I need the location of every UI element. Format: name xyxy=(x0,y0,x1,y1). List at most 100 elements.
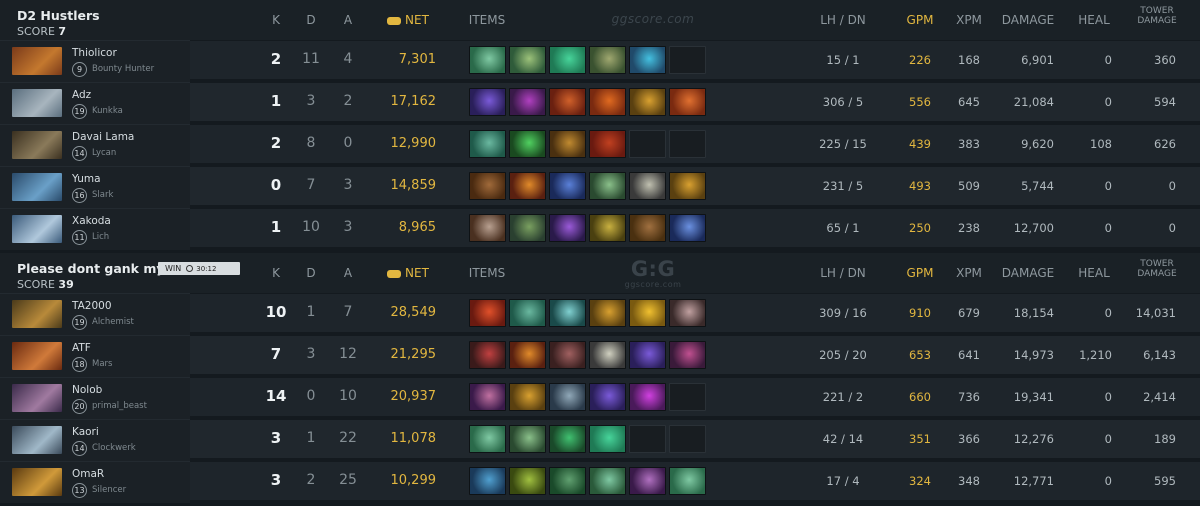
player-name[interactable]: ATF xyxy=(72,342,91,354)
item-icon[interactable] xyxy=(589,383,626,411)
item-icon[interactable] xyxy=(469,299,506,327)
col-damage[interactable]: DAMAGE xyxy=(998,13,1058,27)
player-name[interactable]: Kaori xyxy=(72,426,99,438)
item-icon[interactable] xyxy=(469,172,506,200)
hero-portrait[interactable] xyxy=(12,300,62,328)
col-xpm[interactable]: XPM xyxy=(948,13,990,27)
item-icon[interactable] xyxy=(549,214,586,242)
player-name[interactable]: Adz xyxy=(72,89,91,101)
player-name[interactable]: Davai Lama xyxy=(72,131,134,143)
item-icon[interactable] xyxy=(629,341,666,369)
item-icon[interactable] xyxy=(509,172,546,200)
hero-portrait[interactable] xyxy=(12,173,62,201)
col-net-worth[interactable]: NET xyxy=(380,13,436,27)
item-icon[interactable] xyxy=(509,383,546,411)
item-icon[interactable] xyxy=(589,214,626,242)
col-last-hits-denies[interactable]: LH / DN xyxy=(805,266,881,280)
item-icon[interactable] xyxy=(669,341,706,369)
item-icon[interactable] xyxy=(549,467,586,495)
item-icon[interactable] xyxy=(669,172,706,200)
item-icon[interactable] xyxy=(629,383,666,411)
item-icon[interactable] xyxy=(629,467,666,495)
item-icon[interactable] xyxy=(549,88,586,116)
player-row[interactable]: Adz 19 Kunkka 1 3 2 17,162 306 / 5 556 645 21,084 0… xyxy=(0,82,1200,124)
item-icon[interactable] xyxy=(669,467,706,495)
item-icon[interactable] xyxy=(549,383,586,411)
item-icon[interactable] xyxy=(509,467,546,495)
player-row[interactable]: Kaori 14 Clockwerk 3 1 22 11,078 42 / 14 351 366 1… xyxy=(0,419,1200,461)
player-name[interactable]: Thiolicor xyxy=(72,47,117,59)
item-icon[interactable] xyxy=(469,46,506,74)
player-name[interactable]: Xakoda xyxy=(72,215,111,227)
item-icon[interactable] xyxy=(469,425,506,453)
col-kills[interactable]: K xyxy=(262,266,290,280)
item-icon[interactable] xyxy=(549,130,586,158)
hero-portrait[interactable] xyxy=(12,215,62,243)
item-icon[interactable] xyxy=(589,341,626,369)
player-row[interactable]: Xakoda 11 Lich 1 10 3 8,965 65 / 1 250 238 12,700 0… xyxy=(0,208,1200,250)
col-net-worth[interactable]: NET xyxy=(380,266,436,280)
item-icon[interactable] xyxy=(469,88,506,116)
col-deaths[interactable]: D xyxy=(297,266,325,280)
item-icon[interactable] xyxy=(629,46,666,74)
item-icon[interactable] xyxy=(589,425,626,453)
item-icon[interactable] xyxy=(509,130,546,158)
item-icon[interactable] xyxy=(629,88,666,116)
hero-portrait[interactable] xyxy=(12,131,62,159)
col-gpm[interactable]: GPM xyxy=(900,266,940,280)
col-deaths[interactable]: D xyxy=(297,13,325,27)
player-row[interactable]: Yuma 16 Slark 0 7 3 14,859 231 / 5 493 509 5,744 0 0 xyxy=(0,166,1200,208)
item-icon[interactable] xyxy=(589,172,626,200)
item-icon[interactable] xyxy=(549,299,586,327)
col-heal[interactable]: HEAL xyxy=(1072,13,1116,27)
item-icon[interactable] xyxy=(669,88,706,116)
item-icon[interactable] xyxy=(589,299,626,327)
player-row[interactable]: TA2000 19 Alchemist 10 1 7 28,549 309 / 16 910 67… xyxy=(0,293,1200,335)
col-assists[interactable]: A xyxy=(334,266,362,280)
col-last-hits-denies[interactable]: LH / DN xyxy=(805,13,881,27)
item-icon[interactable] xyxy=(469,383,506,411)
player-name[interactable]: Yuma xyxy=(72,173,101,185)
item-icon[interactable] xyxy=(509,425,546,453)
col-heal[interactable]: HEAL xyxy=(1072,266,1116,280)
item-icon[interactable] xyxy=(589,130,626,158)
hero-portrait[interactable] xyxy=(12,468,62,496)
item-icon[interactable] xyxy=(469,467,506,495)
hero-portrait[interactable] xyxy=(12,47,62,75)
player-name[interactable]: Nolob xyxy=(72,384,102,396)
col-kills[interactable]: K xyxy=(262,13,290,27)
item-icon[interactable] xyxy=(589,46,626,74)
item-icon[interactable] xyxy=(589,467,626,495)
player-name[interactable]: OmaR xyxy=(72,468,104,480)
player-row[interactable]: Nolob 20 primal_beast 14 0 10 20,937 221 / 2 660… xyxy=(0,377,1200,419)
item-icon[interactable] xyxy=(629,214,666,242)
player-row[interactable]: Davai Lama 14 Lycan 2 8 0 12,990 225 / 15 439 383… xyxy=(0,124,1200,166)
hero-portrait[interactable] xyxy=(12,384,62,412)
hero-portrait[interactable] xyxy=(12,342,62,370)
hero-portrait[interactable] xyxy=(12,426,62,454)
col-tower-damage[interactable]: TOWER DAMAGE xyxy=(1130,6,1184,26)
hero-portrait[interactable] xyxy=(12,89,62,117)
item-icon[interactable] xyxy=(629,172,666,200)
team-1-name[interactable]: D2 Hustlers xyxy=(17,8,100,23)
item-icon[interactable] xyxy=(509,88,546,116)
item-icon[interactable] xyxy=(469,214,506,242)
item-icon[interactable] xyxy=(469,341,506,369)
player-row[interactable]: ATF 18 Mars 7 3 12 21,295 205 / 20 653 641 14,973 1… xyxy=(0,335,1200,377)
col-damage[interactable]: DAMAGE xyxy=(998,266,1058,280)
item-icon[interactable] xyxy=(549,425,586,453)
col-assists[interactable]: A xyxy=(334,13,362,27)
item-icon[interactable] xyxy=(509,46,546,74)
item-icon[interactable] xyxy=(589,88,626,116)
item-icon[interactable] xyxy=(469,130,506,158)
item-icon[interactable] xyxy=(549,341,586,369)
item-icon[interactable] xyxy=(509,299,546,327)
item-icon[interactable] xyxy=(549,172,586,200)
player-row[interactable]: OmaR 13 Silencer 3 2 25 10,299 17 / 4 324 348 12,7… xyxy=(0,461,1200,503)
item-icon[interactable] xyxy=(509,214,546,242)
player-name[interactable]: TA2000 xyxy=(72,300,112,312)
col-tower-damage[interactable]: TOWER DAMAGE xyxy=(1130,259,1184,279)
col-gpm[interactable]: GPM xyxy=(900,13,940,27)
col-xpm[interactable]: XPM xyxy=(948,266,990,280)
item-icon[interactable] xyxy=(509,341,546,369)
